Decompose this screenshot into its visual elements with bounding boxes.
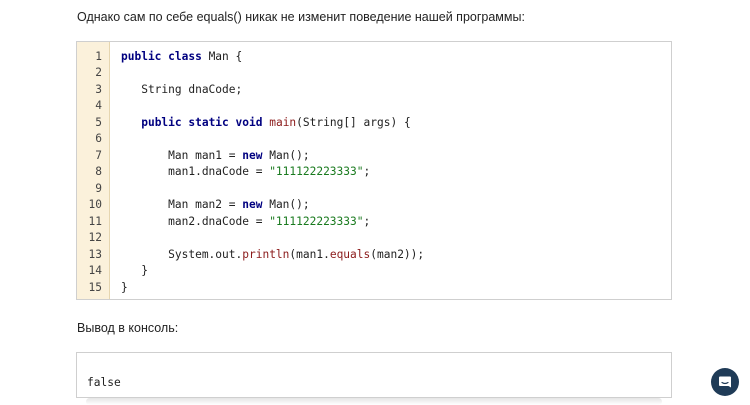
code-token: ; [363, 165, 371, 178]
line-number: 11 [88, 214, 102, 228]
code-line: 14 } [77, 263, 671, 280]
line-number: 15 [88, 280, 102, 294]
code-token: "111122223333" [269, 214, 364, 228]
code-token: new [242, 198, 263, 211]
line-number: 4 [95, 99, 102, 112]
code-token: String dnaCode; [121, 82, 243, 96]
code-token: println [242, 247, 290, 261]
code-text: public static void main(String[] args) { [121, 115, 411, 132]
code-token: man2.dnaCode = [121, 214, 270, 228]
line-number: 13 [88, 247, 102, 261]
code-text: String dnaCode; [121, 82, 242, 99]
code-line: 11 man2.dnaCode = "111122223333"; [77, 214, 671, 231]
code-text: } [121, 280, 128, 297]
code-token: System.out. [121, 247, 243, 261]
code-token: } [121, 280, 128, 294]
code-line: 6 [77, 131, 671, 148]
code-token: "111122223333" [269, 165, 364, 178]
code-line: 4 [77, 98, 671, 115]
code-line: 2 [77, 65, 671, 82]
console-output-block: false [76, 352, 672, 398]
code-token: Man(); [262, 198, 310, 211]
line-number: 5 [95, 115, 102, 129]
code-block: 1 public class Man {2 3 String dnaCode; 4 5 … [76, 41, 672, 300]
code-token: equals [329, 247, 371, 261]
code-text: man1.dnaCode = "111122223333"; [121, 164, 370, 181]
code-token: new [242, 148, 263, 162]
code-text: man2.dnaCode = "111122223333"; [121, 214, 370, 231]
chat-icon [719, 376, 731, 388]
code-token: man1.dnaCode = [121, 165, 270, 178]
line-number: 7 [95, 148, 102, 162]
code-line: 15} [77, 280, 671, 297]
intro-paragraph: Однако сам по себе equals() никак не изм… [77, 10, 525, 24]
code-token: Man man1 = [121, 148, 243, 162]
line-number: 9 [95, 181, 102, 195]
code-token: main [269, 115, 297, 129]
code-token: (man1. [289, 247, 330, 261]
code-token: (String[] args) { [296, 115, 411, 129]
code-line: 13 System.out.println(man1.equals(man2))… [77, 247, 671, 264]
chat-button[interactable] [711, 368, 739, 396]
code-token: } [121, 264, 148, 277]
code-line: 10 Man man2 = new Man(); [77, 197, 671, 214]
code-token: Man(); [262, 148, 310, 162]
code-line: 8 man1.dnaCode = "111122223333"; [77, 164, 671, 181]
code-line: 9 [77, 181, 671, 198]
code-token: public class [121, 49, 202, 63]
console-label: Вывод в консоль: [77, 321, 179, 335]
line-number: 2 [95, 66, 102, 79]
line-number: 8 [95, 165, 102, 178]
code-line: 1 public class Man { [77, 49, 671, 66]
code-token: public static void [141, 115, 263, 129]
line-number: 14 [88, 264, 102, 277]
code-text: Man man2 = new Man(); [121, 197, 310, 214]
line-number: 3 [95, 82, 102, 96]
line-number: 10 [88, 198, 102, 211]
code-text: } [121, 263, 148, 280]
line-number: 12 [88, 231, 102, 244]
code-token: Man { [201, 49, 243, 63]
code-line: 12 [77, 230, 671, 247]
bottom-shadow [86, 398, 662, 405]
article-page: Однако сам по себе equals() никак не изм… [0, 0, 750, 405]
code-text: public class Man { [121, 49, 242, 66]
code-token: Man man2 = [121, 198, 243, 211]
code-line: 5 public static void main(String[] args)… [77, 115, 671, 132]
line-number: 6 [95, 132, 102, 145]
code-token: ; [363, 214, 371, 228]
code-text: System.out.println(man1.equals(man2)); [121, 247, 424, 264]
code-line: 7 Man man1 = new Man(); [77, 148, 671, 165]
code-text: Man man1 = new Man(); [121, 148, 310, 165]
console-output-text: false [87, 376, 121, 389]
code-token: (man2)); [370, 247, 425, 261]
code-line: 3 String dnaCode; [77, 82, 671, 99]
line-number: 1 [95, 49, 102, 63]
